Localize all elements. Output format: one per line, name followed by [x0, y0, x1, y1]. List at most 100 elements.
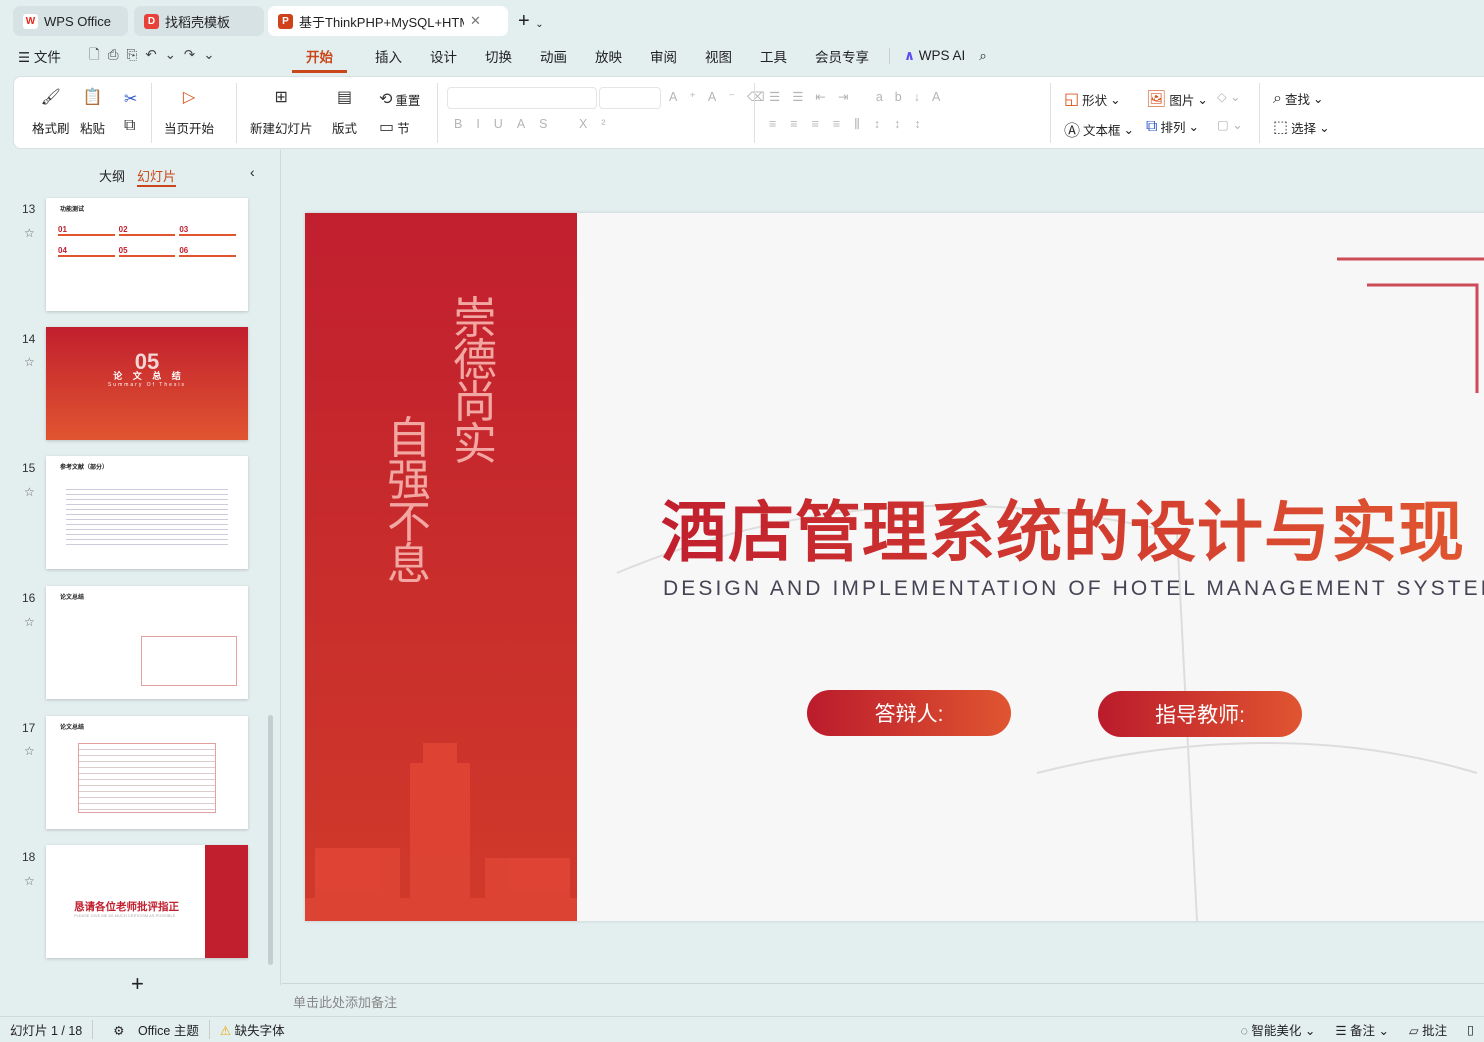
missing-font-button[interactable]: ⚠ 缺失字体 — [210, 1020, 295, 1039]
label: 批注 — [1422, 1024, 1448, 1038]
tab-label: 基于ThinkPHP+MySQL+HTM — [299, 14, 464, 30]
arrange-icon: ⧉ — [1146, 117, 1158, 135]
wps-logo-icon: W — [23, 13, 38, 29]
thumb-title: 功能测试 — [60, 207, 85, 213]
label: 文本框 — [1083, 123, 1121, 138]
star-icon[interactable]: ☆ — [24, 485, 35, 499]
slide-number: 16 — [22, 591, 36, 605]
star-icon[interactable]: ☆ — [24, 226, 35, 240]
menu-tools[interactable]: 工具 — [746, 46, 801, 66]
font-size-select[interactable] — [599, 87, 661, 109]
file-menu[interactable]: ☰ 文件 — [14, 46, 75, 66]
notes-input[interactable]: 单击此处添加备注 — [282, 983, 1484, 1015]
label: 版式 — [332, 122, 358, 136]
beautify-button[interactable]: ◌ 智能美化 ⌄ — [1230, 1020, 1325, 1039]
close-icon[interactable]: ✕ — [470, 13, 481, 29]
slide-thumbnail-14[interactable]: 05 论 文 总 结 Summary Of Thesis — [46, 327, 248, 440]
motto-2: 自强不息 — [387, 413, 431, 590]
label: 重置 — [395, 93, 421, 108]
label: 新建幻灯片 — [250, 122, 313, 136]
paste-button[interactable]: 📋 粘贴 — [80, 87, 105, 137]
thumb-title: 恳请各位老师批评指正 — [74, 901, 179, 913]
format-painter-button[interactable]: 🖌 格式刷 — [32, 87, 70, 137]
paragraph-tools[interactable]: ☰☰⇤⇥ ab↓A — [769, 89, 952, 104]
alignment-tools[interactable]: ≡≡≡≡⫼↕↕↕ — [769, 117, 935, 132]
panel-scrollbar[interactable] — [268, 715, 273, 965]
view-toggle-icon[interactable]: ▯ — [1457, 1022, 1484, 1037]
star-icon[interactable]: ☆ — [24, 615, 35, 629]
item: 02 — [118, 225, 176, 236]
menu-transition[interactable]: 切换 — [471, 46, 526, 66]
menu-member[interactable]: 会员专享 — [801, 46, 883, 66]
star-icon[interactable]: ☆ — [24, 874, 35, 888]
cut-icon[interactable]: ✂ — [124, 89, 137, 109]
slide-thumbnail-17[interactable]: 论文总结 — [46, 716, 248, 829]
layout-icon: ▤ — [336, 89, 353, 106]
star-icon[interactable]: ☆ — [24, 744, 35, 758]
theme-button[interactable]: ⚙ Office 主题 — [93, 1020, 210, 1039]
slide-thumbnail-18[interactable]: 恳请各位老师批评指正 PLEASE GIVE ME AS MUCH CRITICI… — [46, 845, 248, 958]
menu-design[interactable]: 设计 — [416, 46, 471, 66]
menu-insert[interactable]: 插入 — [347, 46, 416, 66]
tab-docer[interactable]: D 找稻壳模板 — [134, 6, 264, 36]
thumb-title: 论文总结 — [60, 595, 85, 601]
ai-icon: ∧ — [904, 48, 915, 63]
section-button[interactable]: ▭ 节 — [379, 117, 410, 137]
slide-thumbnail-16[interactable]: 论文总结 — [46, 586, 248, 699]
slide-thumbnail-13[interactable]: 功能测试 01 02 03 04 05 06 — [46, 198, 248, 311]
new-tab-button[interactable]: + ⌄ — [518, 10, 544, 33]
slide-subtitle: DESIGN AND IMPLEMENTATION OF HOTEL MANAG… — [663, 577, 1484, 600]
add-slide-button[interactable]: + — [131, 973, 144, 995]
star-icon[interactable]: ☆ — [24, 355, 35, 369]
tab-outline[interactable]: 大纲 — [99, 166, 125, 185]
slide-counter: 幻灯片 1 / 18 — [0, 1020, 94, 1039]
tab-wps-office[interactable]: W WPS Office — [13, 6, 128, 36]
red-side-panel: 崇德尚实 自强不息 — [305, 213, 577, 921]
menu-slideshow[interactable]: 放映 — [581, 46, 636, 66]
quick-tools[interactable]: 🗋⎙⎘↶⌄↷⌄ — [75, 45, 237, 68]
play-from-current-button[interactable]: ▷ 当页开始 — [164, 87, 214, 137]
comments-button[interactable]: ▱ 批注 — [1399, 1020, 1457, 1039]
font-family-select[interactable] — [447, 87, 597, 109]
select-button[interactable]: ⬚ 选择 ⌄ — [1273, 117, 1330, 137]
play-icon: ▷ — [182, 89, 196, 106]
tab-slides[interactable]: 幻灯片 — [137, 166, 177, 187]
label: 格式刷 — [32, 122, 70, 136]
shape-button[interactable]: ◱ 形状 ⌄ — [1064, 89, 1121, 109]
font-size-tools[interactable]: A⁺A⁻⌫ — [669, 89, 777, 104]
slide-canvas[interactable]: 崇德尚实 自强不息 酒店管理系统的设计与实现 DESIGN AND IMPLEM… — [305, 213, 1484, 921]
arrange-button[interactable]: ⧉ 排列 ⌄ — [1146, 117, 1199, 136]
tab-document[interactable]: P 基于ThinkPHP+MySQL+HTM ✕ — [268, 6, 508, 36]
fill-icon[interactable]: ◇ ⌄ — [1217, 89, 1241, 104]
thumb-subtitle: PLEASE GIVE ME AS MUCH CRITICISM AS POSS… — [74, 913, 176, 918]
wps-ai-button[interactable]: ∧ WPS AI — [889, 48, 979, 64]
outline-icon[interactable]: ▢ ⌄ — [1217, 117, 1243, 132]
layout-button[interactable]: ▤ 版式 — [332, 87, 357, 137]
menu-view[interactable]: 视图 — [691, 46, 746, 66]
collapse-panel-icon[interactable]: ‹ — [250, 164, 255, 180]
find-button[interactable]: ⌕ 查找 ⌄ — [1273, 89, 1323, 108]
item: 05 — [118, 246, 176, 257]
main-menu: 开始 插入 设计 切换 动画 放映 审阅 视图 工具 会员专享 ∧ WPS AI… — [292, 42, 987, 73]
search-icon[interactable]: ⌕ — [979, 48, 987, 64]
picture-icon: 🖼 — [1146, 91, 1167, 108]
menu-animation[interactable]: 动画 — [526, 46, 581, 66]
picture-button[interactable]: 🖼 图片 ⌄ — [1146, 89, 1208, 109]
menu-home[interactable]: 开始 — [292, 46, 347, 73]
label: 缺失字体 — [234, 1024, 285, 1038]
slide-number: 18 — [22, 850, 36, 864]
font-format-tools[interactable]: BIUAS X² — [454, 117, 620, 131]
thumb-title: 参考文献（部分） — [60, 465, 109, 471]
textbox-button[interactable]: Ⓐ 文本框 ⌄ — [1064, 117, 1134, 141]
quick-access-bar: ☰ 文件 🗋⎙⎘↶⌄↷⌄ — [14, 42, 237, 70]
label: 节 — [397, 121, 410, 136]
menu-review[interactable]: 审阅 — [636, 46, 691, 66]
new-slide-icon: ⊞ — [274, 89, 288, 106]
copy-icon[interactable]: ⧉ — [124, 117, 135, 135]
reset-button[interactable]: ⟲ 重置 — [379, 89, 420, 109]
new-slide-button[interactable]: ⊞ 新建幻灯片 — [250, 87, 313, 137]
status-bar: 幻灯片 1 / 18 ⚙ Office 主题 ⚠ 缺失字体 ◌ 智能美化 ⌄ ☰… — [0, 1016, 1484, 1042]
notes-button[interactable]: ☰ 备注 ⌄ — [1325, 1020, 1399, 1039]
slides-panel: 大纲 幻灯片 ‹ 13 ☆ 功能测试 01 02 03 04 05 06 14 ☆ 05 论 … — [0, 150, 281, 995]
slide-thumbnail-15[interactable]: 参考文献（部分） — [46, 456, 248, 569]
